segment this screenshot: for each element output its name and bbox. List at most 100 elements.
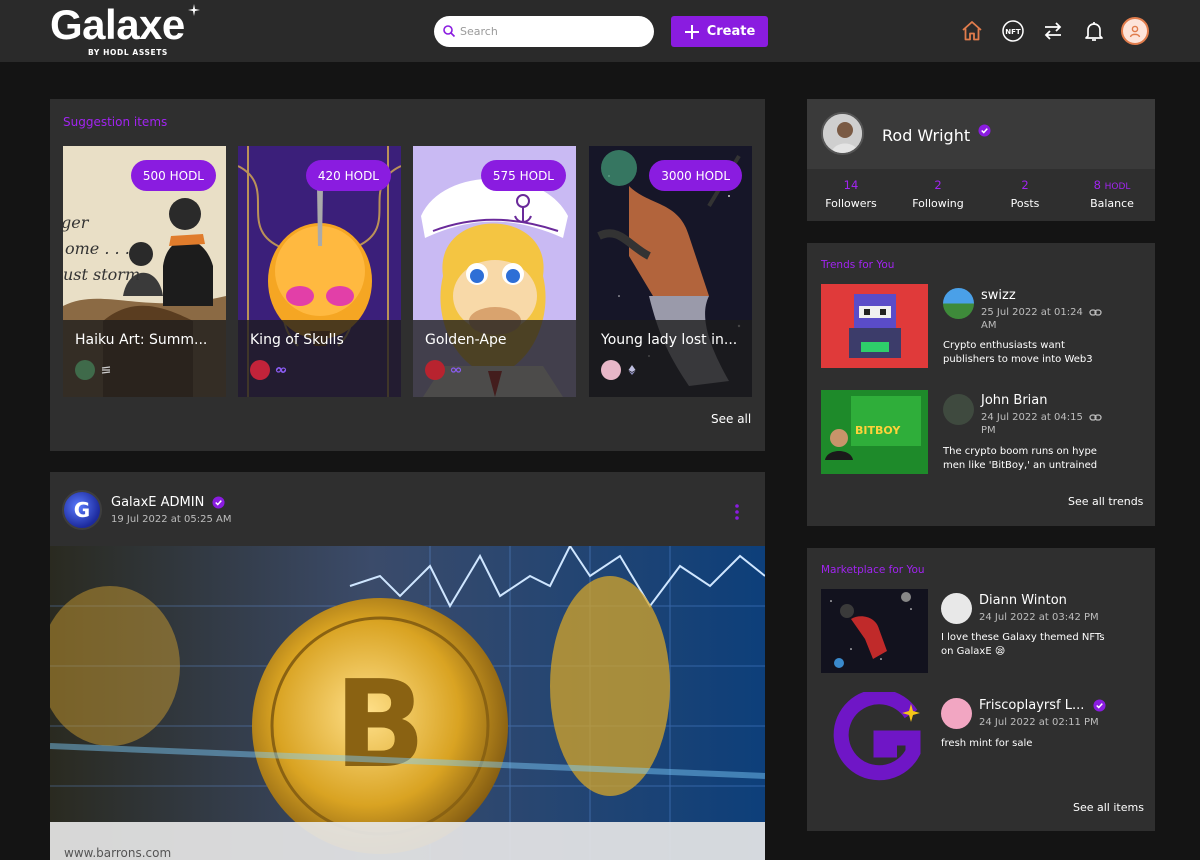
create-label: Create [706,24,756,39]
verified-icon [212,496,226,509]
nft-card-footer: Golden-Ape [413,320,576,397]
nft-icon[interactable]: NFT [1001,19,1025,43]
stat-value: 8 [1093,178,1101,192]
trend-author-avatar[interactable] [943,394,974,425]
more-options-icon[interactable] [734,503,740,521]
post-author-avatar[interactable]: G [62,490,102,530]
ethereum-icon [628,365,636,375]
stat-value: 14 [843,178,859,192]
nft-card[interactable]: 420 HODL King of Skulls [238,146,401,397]
trend-date-line-1: 24 Jul 2022 at 04:15 [981,412,1083,423]
listing-text[interactable]: I love these Galaxy themed NFTs on GalaxE… [941,631,1105,659]
trends-title: Trends for You [821,259,895,271]
seller-name[interactable]: Friscoplayrsf L... [979,698,1084,713]
thumb-text: BITBOY [855,424,901,437]
nft-card[interactable]: 575 HODL Golden-Ape [413,146,576,397]
polygon-icon [450,367,462,373]
creator-avatar[interactable] [250,360,270,380]
marketplace-title: Marketplace for You [821,564,925,576]
sparkle-icon [188,4,200,16]
stat-value: 2 [1021,178,1029,192]
listing-text[interactable]: fresh mint for sale [941,737,1032,751]
nft-name: King of Skulls [250,332,344,348]
user-avatar-button[interactable] [1121,17,1149,45]
suggestions-title: Suggestion items [63,115,168,129]
nft-card[interactable]: 3000 HODL Young lady lost in... [589,146,752,397]
post-date: 19 Jul 2022 at 05:25 AM [111,514,232,525]
trend-thumbnail[interactable]: BITBOY [821,390,928,474]
profile-avatar[interactable] [821,112,864,155]
stat-label: Followers [825,197,877,210]
seller-avatar[interactable] [941,698,972,729]
trend-text-line-2: publishers to move into Web3 [943,354,1093,365]
nft-icon-text: NFT [1005,28,1021,36]
galaxe-logo[interactable]: Galaxe BY HODL ASSETS [50,4,200,57]
creator-avatar[interactable] [425,360,445,380]
see-all-trends-link[interactable]: See all trends [1068,495,1143,508]
trend-author-avatar[interactable] [943,288,974,319]
listing-text-line-2: on GalaxE 😪 [941,646,1006,657]
search-icon [443,25,456,38]
nft-card[interactable]: ger ome . . . ust storm 500 HODL Haiku A… [63,146,226,397]
nft-price-badge: 3000 HODL [649,160,742,191]
nft-name: Golden-Ape [425,332,507,348]
profile-name[interactable]: Rod Wright [882,126,970,145]
nft-card-footer: Haiku Art: Summ... [63,320,226,397]
seller-avatar[interactable] [941,593,972,624]
search-box[interactable] [434,16,654,47]
home-icon[interactable] [960,19,984,43]
posts-stat[interactable]: 2 Posts [980,178,1070,210]
chain-icon [101,366,111,374]
creator-avatar[interactable] [601,360,621,380]
followers-stat[interactable]: 14 Followers [806,178,896,210]
seller-name[interactable]: Diann Winton [979,593,1067,608]
see-all-items-link[interactable]: See all items [1073,801,1144,814]
logo-subtitle: BY HODL ASSETS [88,48,168,57]
trend-text[interactable]: The crypto boom runs on hype men like 'Bi… [943,445,1097,473]
trend-author-name[interactable]: swizz [981,288,1016,303]
creator-avatar[interactable] [75,360,95,380]
search-input[interactable] [460,16,646,47]
following-stat[interactable]: 2 Following [893,178,983,210]
art-text-line-1: ger [63,213,90,232]
post-author-name[interactable]: GalaxE ADMIN [111,495,204,510]
trend-date-line-2: PM [981,425,996,436]
marketplace-thumbnail[interactable] [821,692,928,782]
trend-thumbnail[interactable] [821,284,928,368]
post-image[interactable]: B www.barrons.com [50,546,765,860]
polygon-icon [275,367,287,373]
nft-name: Young lady lost in... [601,332,738,348]
see-all-suggestions-link[interactable]: See all [711,412,751,426]
nft-price-badge: 500 HODL [130,160,216,191]
create-button[interactable]: Create [671,16,768,47]
listing-text-line-1: I love these Galaxy themed NFTs [941,632,1105,643]
link-icon[interactable] [1089,306,1102,319]
art-text-line-3: ust storm [63,265,140,284]
art-text-line-2: ome . . . [65,239,130,258]
user-icon [1129,25,1141,38]
nft-price-badge: 575 HODL [480,160,566,191]
marketplace-thumbnail[interactable] [821,589,928,673]
swap-icon[interactable] [1041,19,1065,43]
stat-value: 2 [934,178,942,192]
trend-author-name[interactable]: John Brian [981,393,1047,408]
bell-icon[interactable] [1082,19,1106,43]
trend-date-line-2: AM [981,320,997,331]
verified-icon [978,124,991,137]
seller-name-row: Friscoplayrsf L... [979,698,1106,713]
stat-label: Following [912,197,964,210]
image-caption: www.barrons.com [64,846,171,860]
svg-text:B: B [334,656,425,795]
stat-value-row: 8 HODL [1067,178,1157,192]
nft-price-badge: 420 HODL [305,160,391,191]
nft-card-footer: Young lady lost in... [589,320,752,397]
trend-text[interactable]: Crypto enthusiasts want publishers to mov… [943,339,1093,367]
link-icon[interactable] [1089,411,1102,424]
listing-date: 24 Jul 2022 at 02:11 PM [979,717,1099,728]
trend-text-line-1: Crypto enthusiasts want [943,340,1065,351]
listing-date: 24 Jul 2022 at 03:42 PM [979,612,1099,623]
trend-date: 25 Jul 2022 at 01:24 AM [981,306,1083,332]
balance-stat[interactable]: 8 HODL Balance [1067,178,1157,210]
top-header: Galaxe BY HODL ASSETS Create NFT [0,0,1200,62]
trend-date-line-1: 25 Jul 2022 at 01:24 [981,307,1083,318]
